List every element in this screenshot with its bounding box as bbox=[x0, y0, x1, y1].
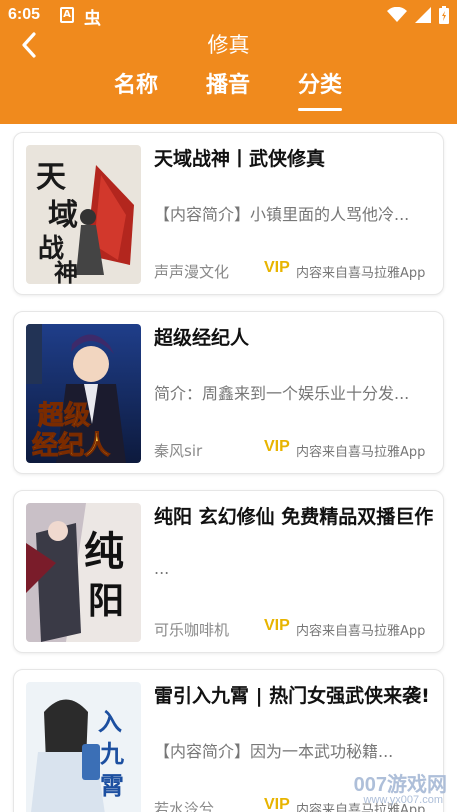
book-intro: 简介：周鑫来到一个娱乐业十分发... bbox=[154, 384, 410, 403]
svg-text:经纪人: 经纪人 bbox=[32, 430, 110, 461]
tab-narrator[interactable]: 播音 bbox=[206, 70, 250, 102]
book-author: 声声漫文化 bbox=[154, 263, 230, 281]
book-cover: 超级 经纪人 bbox=[26, 324, 141, 463]
vip-badge: VIP bbox=[264, 617, 290, 634]
book-card[interactable]: 超级 经纪人 超级经纪人 简介：周鑫来到一个娱乐业十分发... 秦风sir VI… bbox=[13, 311, 444, 474]
book-card[interactable]: 纯 阳 纯阳 玄幻修仙 免费精品双播巨作 ... 可乐咖啡机 VIP 内容来自喜… bbox=[13, 490, 444, 653]
page-title: 修真 bbox=[207, 33, 250, 57]
svg-text:神: 神 bbox=[54, 258, 78, 284]
wifi-icon bbox=[387, 7, 407, 22]
tab-category[interactable]: 分类 bbox=[298, 70, 342, 102]
svg-text:霄: 霄 bbox=[100, 771, 124, 800]
active-tab-indicator bbox=[298, 108, 342, 111]
book-author: 可乐咖啡机 bbox=[154, 621, 230, 639]
book-list[interactable]: 天 域 战 神 天域战神丨武侠修真 【内容简介】小镇里面的人骂他冷... 声声漫… bbox=[0, 124, 457, 812]
battery-icon bbox=[439, 6, 449, 24]
tab-bar: 名称 播音 分类 bbox=[0, 68, 457, 116]
book-author: 若水泠兮 bbox=[154, 800, 215, 812]
a-notification-icon: A bbox=[60, 7, 74, 23]
watermark-brand: 007游戏网 bbox=[353, 774, 447, 796]
status-bar: 6:05 A 虫 bbox=[0, 0, 457, 30]
app-header: 6:05 A 虫 修真 名称 播音 分类 bbox=[0, 0, 457, 124]
status-icons bbox=[387, 6, 449, 24]
svg-text:超级: 超级 bbox=[38, 400, 90, 431]
bug-notification-icon: 虫 bbox=[84, 9, 101, 29]
book-card[interactable]: 天 域 战 神 天域战神丨武侠修真 【内容简介】小镇里面的人骂他冷... 声声漫… bbox=[13, 132, 444, 295]
signal-icon bbox=[415, 7, 431, 23]
book-cover: 天 域 战 神 bbox=[26, 145, 141, 284]
book-author: 秦风sir bbox=[154, 442, 203, 460]
svg-text:天: 天 bbox=[36, 160, 66, 195]
vip-badge: VIP bbox=[264, 438, 290, 455]
svg-text:九: 九 bbox=[99, 739, 124, 768]
book-intro: 【内容简介】因为一本武功秘籍... bbox=[154, 742, 394, 761]
book-title: 雷引入九霄 | 热门女强武侠来袭! bbox=[154, 685, 430, 707]
site-watermark: 007游戏网 www.yx007.com bbox=[301, 768, 451, 810]
book-cover: 入 九 霄 bbox=[26, 682, 141, 812]
watermark-url: www.yx007.com bbox=[363, 794, 443, 806]
vip-badge: VIP bbox=[264, 259, 290, 276]
vip-badge: VIP bbox=[264, 796, 290, 812]
svg-text:域: 域 bbox=[48, 198, 78, 233]
book-source: 内容来自喜马拉雅App bbox=[296, 266, 426, 281]
book-title: 超级经纪人 bbox=[154, 327, 250, 349]
book-source: 内容来自喜马拉雅App bbox=[296, 445, 426, 460]
book-source: 内容来自喜马拉雅App bbox=[296, 624, 426, 639]
status-time: 6:05 bbox=[8, 6, 41, 23]
book-title: 纯阳 玄幻修仙 免费精品双播巨作 bbox=[154, 506, 434, 528]
book-intro: 【内容简介】小镇里面的人骂他冷... bbox=[154, 205, 410, 224]
book-intro: ... bbox=[154, 559, 170, 578]
svg-text:阳: 阳 bbox=[88, 580, 124, 622]
book-cover: 纯 阳 bbox=[26, 503, 141, 642]
book-title: 天域战神丨武侠修真 bbox=[154, 148, 326, 170]
svg-text:入: 入 bbox=[98, 707, 122, 736]
svg-text:纯: 纯 bbox=[84, 528, 124, 575]
tab-name[interactable]: 名称 bbox=[114, 70, 158, 102]
